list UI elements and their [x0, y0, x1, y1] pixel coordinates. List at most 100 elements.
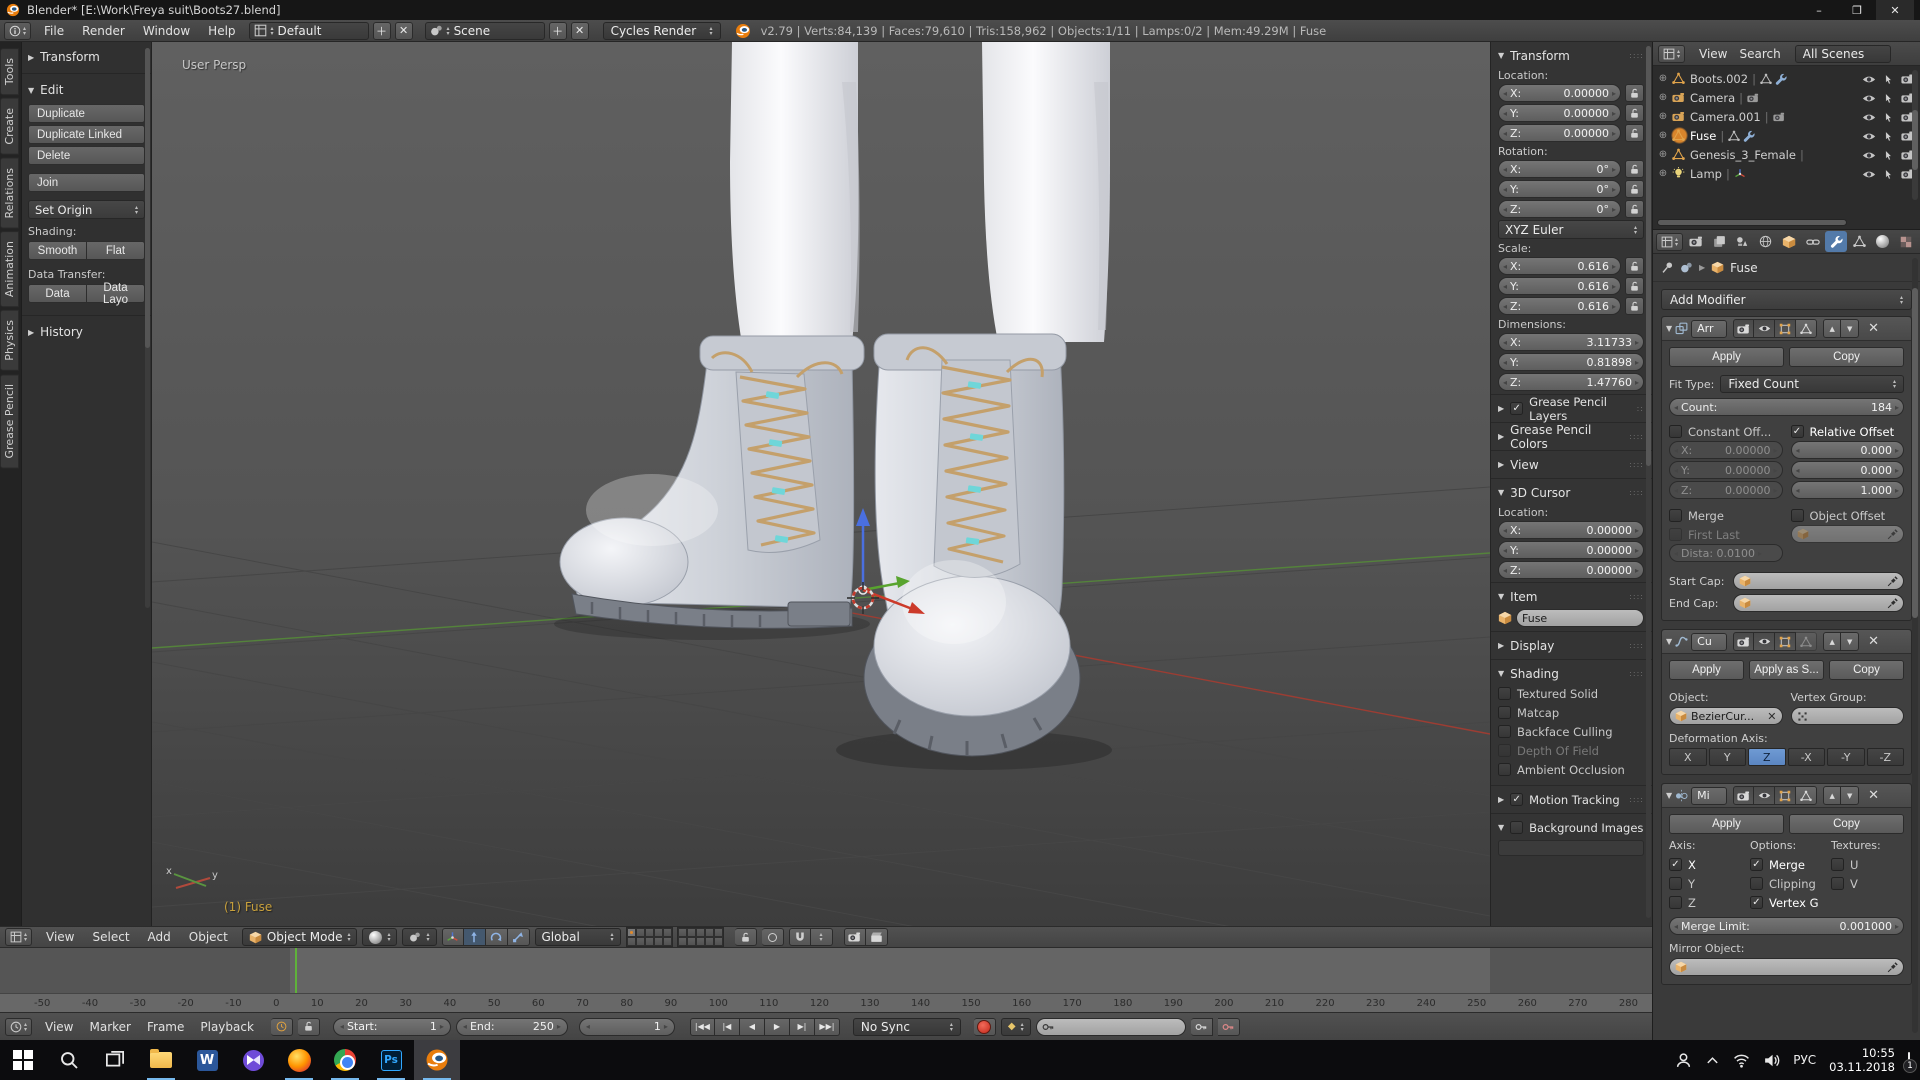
cursor-location-field[interactable]: ◂Z:0.00000▸ — [1498, 561, 1644, 579]
selectable-toggle[interactable] — [1883, 167, 1894, 181]
camera-data-icon[interactable] — [1747, 93, 1759, 103]
move-up-button[interactable]: ▲ — [1823, 786, 1841, 805]
layer-cell[interactable] — [687, 937, 696, 946]
rotation-field[interactable]: ◂Z:0°▸ — [1498, 200, 1621, 218]
lock-to-scene-toggle[interactable] — [735, 928, 757, 946]
selectable-toggle[interactable] — [1883, 148, 1894, 162]
shading-option[interactable]: Backface Culling — [1498, 722, 1644, 741]
render-opengl-button[interactable] — [844, 928, 866, 946]
fit-type-dropdown[interactable]: Fixed Count▴▾ — [1720, 375, 1904, 393]
taskbar-search-button[interactable] — [46, 1040, 92, 1080]
edit-tool-button[interactable]: Duplicate Linked — [28, 125, 145, 144]
rotation-mode-dropdown[interactable]: XYZ Euler▴▾ — [1498, 220, 1644, 239]
active-keying-set-field[interactable] — [1036, 1018, 1186, 1036]
cage-toggle[interactable] — [1796, 632, 1817, 651]
mesh-data-icon[interactable] — [1728, 130, 1740, 142]
viewport-visibility-toggle[interactable] — [1754, 786, 1775, 805]
join-button[interactable]: Join — [28, 173, 145, 192]
layer-cell[interactable] — [627, 937, 636, 946]
lock-frame-toggle[interactable] — [298, 1018, 320, 1036]
mirror-option[interactable]: Vertex G — [1750, 893, 1823, 912]
checkbox[interactable] — [1669, 425, 1682, 438]
pin-icon[interactable] — [1661, 261, 1674, 274]
background-images-checkbox[interactable] — [1510, 821, 1523, 834]
delete-modifier-button[interactable]: ✕ — [1865, 321, 1882, 336]
collapse-icon[interactable]: ▼ — [1666, 637, 1672, 646]
selectable-toggle[interactable] — [1883, 110, 1894, 124]
hide-toggle[interactable] — [1862, 129, 1876, 143]
timeline-canvas[interactable] — [0, 948, 1652, 993]
copy-button[interactable]: Copy — [1789, 347, 1904, 367]
object-name[interactable]: Camera.001 — [1690, 110, 1761, 124]
tab-object-data[interactable] — [1849, 231, 1870, 252]
render-opengl-anim-button[interactable] — [866, 928, 888, 946]
checkbox[interactable] — [1750, 877, 1763, 890]
expand-icon[interactable]: ⊕ — [1657, 130, 1669, 141]
object-name[interactable]: Fuse — [1690, 129, 1716, 143]
expand-icon[interactable]: ⊕ — [1657, 111, 1669, 122]
layer-cell[interactable] — [705, 928, 714, 937]
jump-to-start-button[interactable]: |◀◀ — [690, 1018, 715, 1036]
panel-gp-layers[interactable]: ▶Grease Pencil Layers:: — [1498, 398, 1644, 419]
toolshelf-tab[interactable]: Relations — [0, 158, 19, 229]
shading-option[interactable]: Textured Solid — [1498, 684, 1644, 703]
menu-item[interactable]: File — [35, 24, 73, 38]
editor-type-button[interactable]: ▴▾ — [4, 22, 31, 40]
move-down-button[interactable]: ▼ — [1841, 319, 1859, 338]
sync-dropdown[interactable]: No Sync▴▾ — [853, 1018, 961, 1036]
tab-material[interactable] — [1872, 231, 1893, 252]
layer-cell[interactable] — [636, 928, 645, 937]
set-origin-dropdown[interactable]: Set Origin▴▾ — [28, 200, 145, 219]
editor-type-button[interactable]: ▴▾ — [5, 1018, 32, 1036]
dimension-field[interactable]: ◂Y:0.81898▸ — [1498, 353, 1644, 371]
playback-range-toggle[interactable] — [271, 1018, 293, 1036]
panel-gp-colors[interactable]: ▶Grease Pencil Colors:::: — [1498, 426, 1644, 447]
cage-toggle[interactable] — [1796, 786, 1817, 805]
header-menu[interactable]: Add — [139, 930, 180, 944]
action-center-button[interactable]: 1 — [1908, 1053, 1910, 1067]
layer-cell[interactable] — [654, 928, 663, 937]
snap-element-dropdown[interactable]: ▴▾ — [811, 928, 833, 946]
object-offset-option[interactable]: Object Offset — [1791, 506, 1905, 525]
gp-layers-checkbox[interactable] — [1510, 402, 1523, 415]
tab-render-layers[interactable] — [1708, 231, 1729, 252]
minimize-button[interactable]: – — [1800, 0, 1838, 20]
lock-toggle[interactable] — [1625, 84, 1644, 102]
layer-cell[interactable] — [645, 937, 654, 946]
outliner-item[interactable]: ⊕ Lamp | — [1657, 164, 1920, 183]
timeline-menu[interactable]: Marker — [82, 1020, 139, 1034]
rotation-field[interactable]: ◂X:0°▸ — [1498, 160, 1621, 178]
motion-tracking-checkbox[interactable] — [1510, 793, 1523, 806]
lock-toggle[interactable] — [1625, 180, 1644, 198]
outliner-item[interactable]: ⊕ Fuse | — [1657, 126, 1920, 145]
end-cap-field[interactable] — [1733, 594, 1904, 612]
outliner-item[interactable]: ⊕ Boots.002 | — [1657, 69, 1920, 88]
panel-background-images[interactable]: ▼Background Images — [1498, 817, 1644, 838]
header-menu[interactable]: Select — [84, 930, 139, 944]
viewport-visibility-toggle[interactable] — [1754, 319, 1775, 338]
tab-object[interactable] — [1779, 231, 1800, 252]
tab-world[interactable] — [1755, 231, 1776, 252]
taskbar-chrome[interactable] — [322, 1040, 368, 1080]
deform-axis-button[interactable]: X — [1669, 748, 1707, 766]
jump-to-end-button[interactable]: ▶▶| — [815, 1018, 840, 1036]
outliner-hscrollbar[interactable] — [1657, 219, 1847, 226]
checkbox[interactable] — [1669, 877, 1682, 890]
cage-toggle[interactable] — [1796, 319, 1817, 338]
taskbar-file-explorer[interactable] — [138, 1040, 184, 1080]
shading-option[interactable]: Matcap — [1498, 703, 1644, 722]
tab-modifiers[interactable] — [1825, 231, 1846, 252]
checkbox[interactable] — [1750, 858, 1763, 871]
lock-toggle[interactable] — [1625, 297, 1644, 315]
language-indicator[interactable]: РУС — [1793, 1053, 1816, 1067]
edit-mode-toggle[interactable] — [1775, 319, 1796, 338]
hide-toggle[interactable] — [1862, 91, 1876, 105]
viewport-shading-dropdown[interactable]: ▴▾ — [362, 928, 397, 946]
lock-toggle[interactable] — [1625, 124, 1644, 142]
mirror-texture-option[interactable]: V — [1831, 874, 1904, 893]
count-field[interactable]: ◂Count:184▸ — [1669, 398, 1904, 416]
tab-render[interactable] — [1685, 231, 1706, 252]
taskbar-clock[interactable]: 10:55 03.11.2018 — [1829, 1046, 1895, 1075]
modifier-wrench-icon[interactable] — [1743, 130, 1755, 142]
selectable-toggle[interactable] — [1883, 129, 1894, 143]
